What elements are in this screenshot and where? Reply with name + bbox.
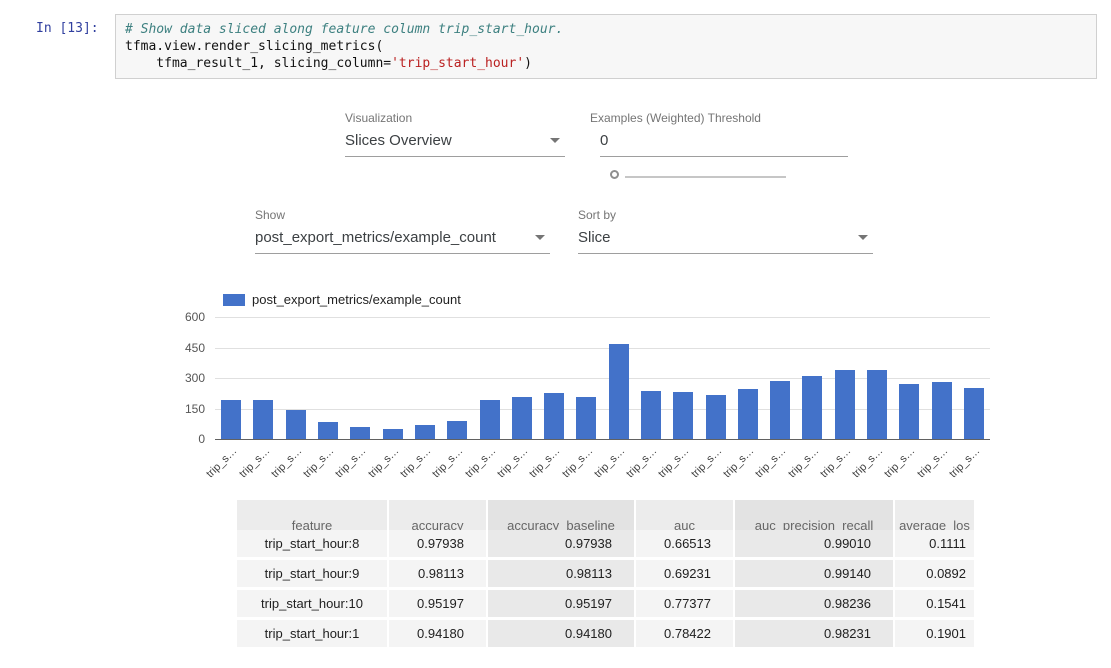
bar[interactable] (447, 421, 467, 439)
bar[interactable] (770, 381, 790, 439)
feature-cell: trip_start_hour:1 (237, 620, 387, 647)
bar[interactable] (867, 370, 887, 439)
y-tick-label: 150 (185, 402, 205, 416)
threshold-slider[interactable] (610, 170, 786, 184)
slider-track (625, 176, 786, 178)
chart-legend: post_export_metrics/example_count (223, 292, 461, 307)
bar[interactable] (964, 388, 984, 439)
code-line-2: tfma.view.render_slicing_metrics( (125, 39, 383, 54)
legend-swatch (223, 294, 245, 306)
bar[interactable] (899, 384, 919, 439)
bar[interactable] (673, 392, 693, 439)
bar[interactable] (576, 397, 596, 439)
metric-cell: 0.94180 (389, 620, 486, 647)
metric-cell: 0.98113 (488, 560, 634, 587)
code-string: 'trip_start_hour' (391, 56, 524, 71)
y-tick-label: 450 (185, 341, 205, 355)
bar[interactable] (835, 370, 855, 439)
x-axis-labels: trip_s…trip_s…trip_s…trip_s…trip_s…trip_… (215, 442, 990, 476)
cell-prompt: In [13]: (36, 21, 99, 36)
code-cell[interactable]: # Show data sliced along feature column … (115, 14, 1097, 79)
bar[interactable] (641, 391, 661, 439)
legend-label: post_export_metrics/example_count (252, 292, 461, 307)
sort-by-select[interactable]: Sort by Slice (578, 208, 873, 254)
feature-cell: trip_start_hour:10 (237, 590, 387, 617)
bar[interactable] (318, 422, 338, 439)
metric-cell: 0.99010 (735, 530, 893, 557)
bar[interactable] (738, 389, 758, 439)
metric-cell: 0.1111 (895, 530, 974, 557)
metric-cell: 0.1901 (895, 620, 974, 647)
bar[interactable] (544, 393, 564, 439)
chevron-down-icon[interactable] (858, 235, 868, 240)
show-value: post_export_metrics/example_count (255, 229, 496, 246)
x-tick-label: trip_s… (204, 445, 239, 480)
bar[interactable] (221, 400, 241, 439)
metric-cell: 0.0892 (895, 560, 974, 587)
tfma-slicing-metrics-view: In [13]: # Show data sliced along featur… (0, 0, 1111, 668)
visualization-select[interactable]: Visualization Slices Overview (345, 111, 565, 157)
bar[interactable] (253, 400, 273, 439)
y-tick-label: 600 (185, 310, 205, 324)
code-line-3-close: ) (524, 56, 532, 71)
metric-cell: 0.95197 (389, 590, 486, 617)
metrics-table[interactable]: featureaccuracyaccuracy_baselineaucauc_p… (237, 500, 974, 668)
metric-cell: 0.66513 (636, 530, 733, 557)
metric-cell: 0.99140 (735, 560, 893, 587)
sort-by-value: Slice (578, 229, 611, 246)
metric-cell: 0.69231 (636, 560, 733, 587)
bar[interactable] (609, 344, 629, 439)
slider-knob[interactable] (610, 170, 619, 179)
bar[interactable] (415, 425, 435, 439)
metrics-table-grid: featureaccuracyaccuracy_baselineaucauc_p… (237, 500, 974, 647)
threshold-value: 0 (600, 132, 608, 149)
gridline (215, 439, 990, 440)
code-text: # Show data sliced along feature column … (125, 21, 1087, 72)
metric-cell: 0.98236 (735, 590, 893, 617)
threshold-label: Examples (Weighted) Threshold (590, 111, 848, 125)
metric-cell: 0.95197 (488, 590, 634, 617)
metric-cell: 0.97938 (488, 530, 634, 557)
visualization-label: Visualization (345, 111, 565, 125)
metric-cell: 0.1541 (895, 590, 974, 617)
metric-cell: 0.98231 (735, 620, 893, 647)
metric-cell: 0.97938 (389, 530, 486, 557)
y-axis: 0150300450600 (158, 317, 205, 440)
metric-cell: 0.77377 (636, 590, 733, 617)
feature-cell: trip_start_hour:9 (237, 560, 387, 587)
bar[interactable] (383, 429, 403, 439)
chevron-down-icon[interactable] (535, 235, 545, 240)
bar[interactable] (512, 397, 532, 439)
bar[interactable] (706, 395, 726, 439)
threshold-field[interactable]: Examples (Weighted) Threshold 0 (600, 111, 848, 157)
bar[interactable] (932, 382, 952, 439)
bar[interactable] (286, 410, 306, 439)
show-metric-select[interactable]: Show post_export_metrics/example_count (255, 208, 550, 254)
metric-cell: 0.98113 (389, 560, 486, 587)
chevron-down-icon[interactable] (550, 138, 560, 143)
sort-by-label: Sort by (578, 208, 873, 222)
y-tick-label: 300 (185, 371, 205, 385)
show-label: Show (255, 208, 550, 222)
y-tick-label: 0 (198, 432, 205, 446)
bar[interactable] (802, 376, 822, 439)
bar-chart (215, 317, 990, 440)
code-comment: # Show data sliced along feature column … (125, 22, 563, 37)
metric-cell: 0.94180 (488, 620, 634, 647)
metric-cell: 0.78422 (636, 620, 733, 647)
feature-cell: trip_start_hour:8 (237, 530, 387, 557)
bar[interactable] (480, 400, 500, 439)
code-line-3: tfma_result_1, slicing_column= (125, 56, 391, 71)
visualization-value: Slices Overview (345, 132, 452, 149)
bar-series (215, 317, 990, 439)
bar[interactable] (350, 427, 370, 439)
